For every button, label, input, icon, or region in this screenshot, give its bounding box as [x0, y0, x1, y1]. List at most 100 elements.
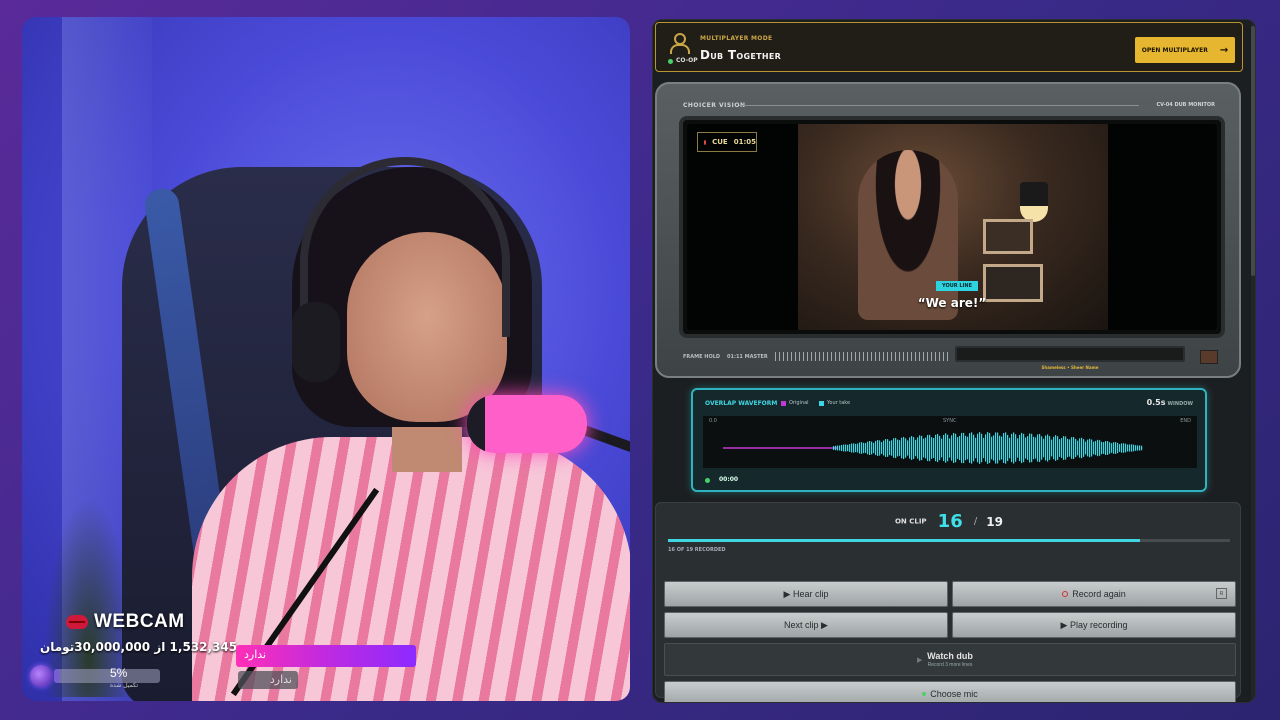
waveform-bar — [931, 437, 933, 459]
waveform-bar — [1067, 438, 1069, 458]
watch-dub-sub: Record 3 more lines — [927, 662, 973, 668]
next-clip-label: Next clip ▶ — [784, 619, 828, 630]
waveform-bar — [927, 434, 929, 462]
lips-icon — [66, 615, 88, 629]
cue-label: CUE — [712, 138, 728, 146]
waveform-bar — [1089, 438, 1091, 458]
waveform-bar — [919, 435, 921, 461]
waveform-bar — [961, 432, 963, 464]
cue-time: 01:05 — [733, 138, 756, 146]
legend-original: Original — [781, 400, 809, 406]
waveform-bar — [989, 433, 991, 463]
waveform-bar — [987, 432, 989, 464]
tick-scale — [775, 352, 950, 361]
hear-clip-button[interactable]: ▶ Hear clip — [664, 581, 948, 607]
play-recording-button[interactable]: ▶ Play recording — [952, 612, 1236, 638]
monitor-divider — [739, 105, 1139, 106]
waveform-bar — [1103, 442, 1105, 454]
screen-bezel: CUE 01:05 YOUR LINE “We are!” — [679, 116, 1225, 338]
waveform-bar — [929, 434, 931, 462]
clip-thumbnail[interactable] — [1200, 350, 1218, 364]
waveform-bar — [1031, 433, 1033, 463]
watch-dub-button[interactable]: ▶ Watch dub Record 3 more lines — [664, 643, 1236, 676]
cue-indicator: CUE 01:05 — [697, 132, 757, 152]
actor-figure — [858, 150, 958, 320]
legend-your-take: Your take — [819, 400, 850, 406]
waveform-bar — [913, 437, 915, 459]
waveform-bar — [851, 443, 853, 453]
open-multiplayer-button[interactable]: OPEN MULTIPLAYER → — [1135, 37, 1235, 63]
waveform-bar — [1079, 438, 1081, 458]
waveform-bar — [863, 442, 865, 454]
window-size: 0.5s WINDOW — [1147, 398, 1193, 407]
waveform-bar — [941, 438, 943, 458]
waveform-bar — [1121, 443, 1123, 453]
waveform-bar — [1139, 445, 1141, 451]
waveform-bar — [985, 434, 987, 462]
waveform-bar — [1095, 440, 1097, 456]
waveform-bar — [953, 432, 955, 464]
multiplayer-mode-label: MULTIPLAYER MODE — [700, 35, 773, 42]
video-screen[interactable]: CUE 01:05 YOUR LINE “We are!” — [687, 124, 1217, 330]
choose-mic-button[interactable]: Choose mic — [664, 681, 1236, 702]
waveform-bar — [991, 436, 993, 460]
clip-total: 19 — [986, 514, 1003, 529]
orb-icon — [30, 665, 52, 687]
waveform-bar — [1111, 443, 1113, 453]
clip-current: 16 — [937, 511, 963, 532]
next-clip-button[interactable]: Next clip ▶ — [664, 612, 948, 638]
multiplayer-title: Dub Together — [700, 48, 782, 62]
webcam-label: WEBCAM — [94, 611, 185, 632]
waveform-bar — [1015, 434, 1017, 462]
panel-scrollbar[interactable] — [1251, 20, 1255, 702]
waveform-bar — [843, 444, 845, 452]
waveform-bar — [895, 438, 897, 458]
monitor-brand: CHOICER VISION — [683, 102, 746, 109]
waveform-bar — [889, 440, 891, 456]
waveform-bar — [905, 438, 907, 458]
waveform-bar — [1021, 432, 1023, 464]
waveform-bar — [933, 438, 935, 458]
waveform-bar — [1075, 438, 1077, 458]
waveform-bar — [997, 432, 999, 464]
watch-dub-label: Watch dub — [927, 651, 973, 661]
waveform-bar — [909, 437, 911, 459]
waveform-bar — [935, 434, 937, 462]
waveform-bar — [1137, 445, 1139, 451]
monitor-model: CV-04 DUB MONITOR — [1156, 102, 1216, 108]
progress-sub-label: تکمیل شده — [110, 682, 139, 689]
dub-app-panel: CO-OP MULTIPLAYER MODE Dub Together OPEN… — [652, 19, 1256, 703]
legend-swatch-your-take — [819, 400, 824, 406]
mic-status-dot — [922, 692, 927, 696]
waveform-bar — [993, 435, 995, 461]
waveform-bar — [1131, 444, 1133, 452]
waveform-bar — [869, 441, 871, 455]
waveform-bar — [959, 435, 961, 461]
record-again-label: Record again — [1072, 589, 1126, 599]
marker-end: END — [1180, 418, 1191, 424]
legend-your-take-label: Your take — [827, 400, 851, 406]
waveform-bar — [871, 441, 873, 455]
waveform-bar — [1133, 444, 1135, 452]
waveform-bar — [1029, 433, 1031, 463]
waveform-bar — [1017, 438, 1019, 458]
waveform-bar — [921, 435, 923, 461]
waveform-bar — [1087, 439, 1089, 457]
waveform-bar — [1109, 442, 1111, 454]
waveform-bar — [873, 442, 875, 454]
waveform-bar — [1011, 433, 1013, 463]
waveform-bar — [1035, 437, 1037, 459]
waveform-bar — [963, 432, 965, 464]
coop-label: CO-OP — [676, 57, 698, 64]
waveform-bar — [847, 444, 849, 452]
open-multiplayer-label: OPEN MULTIPLAYER — [1141, 46, 1208, 54]
waveform-bar — [1123, 443, 1125, 453]
play-recording-label: ▶ Play recording — [1060, 619, 1128, 630]
progress-fill — [54, 669, 60, 683]
record-again-button[interactable]: Record again R — [952, 581, 1236, 607]
clip-controls-card: ON CLIP 16 / 19 16 OF 19 RECORDED ▶ Hear… — [655, 502, 1241, 702]
waveform-bar — [1043, 438, 1045, 458]
waveform-plot[interactable]: 0.0 SYNC END — [703, 416, 1197, 468]
waveform-title: OVERLAP WAVEFORM — [705, 400, 778, 407]
scrollbar-thumb[interactable] — [1251, 26, 1255, 276]
